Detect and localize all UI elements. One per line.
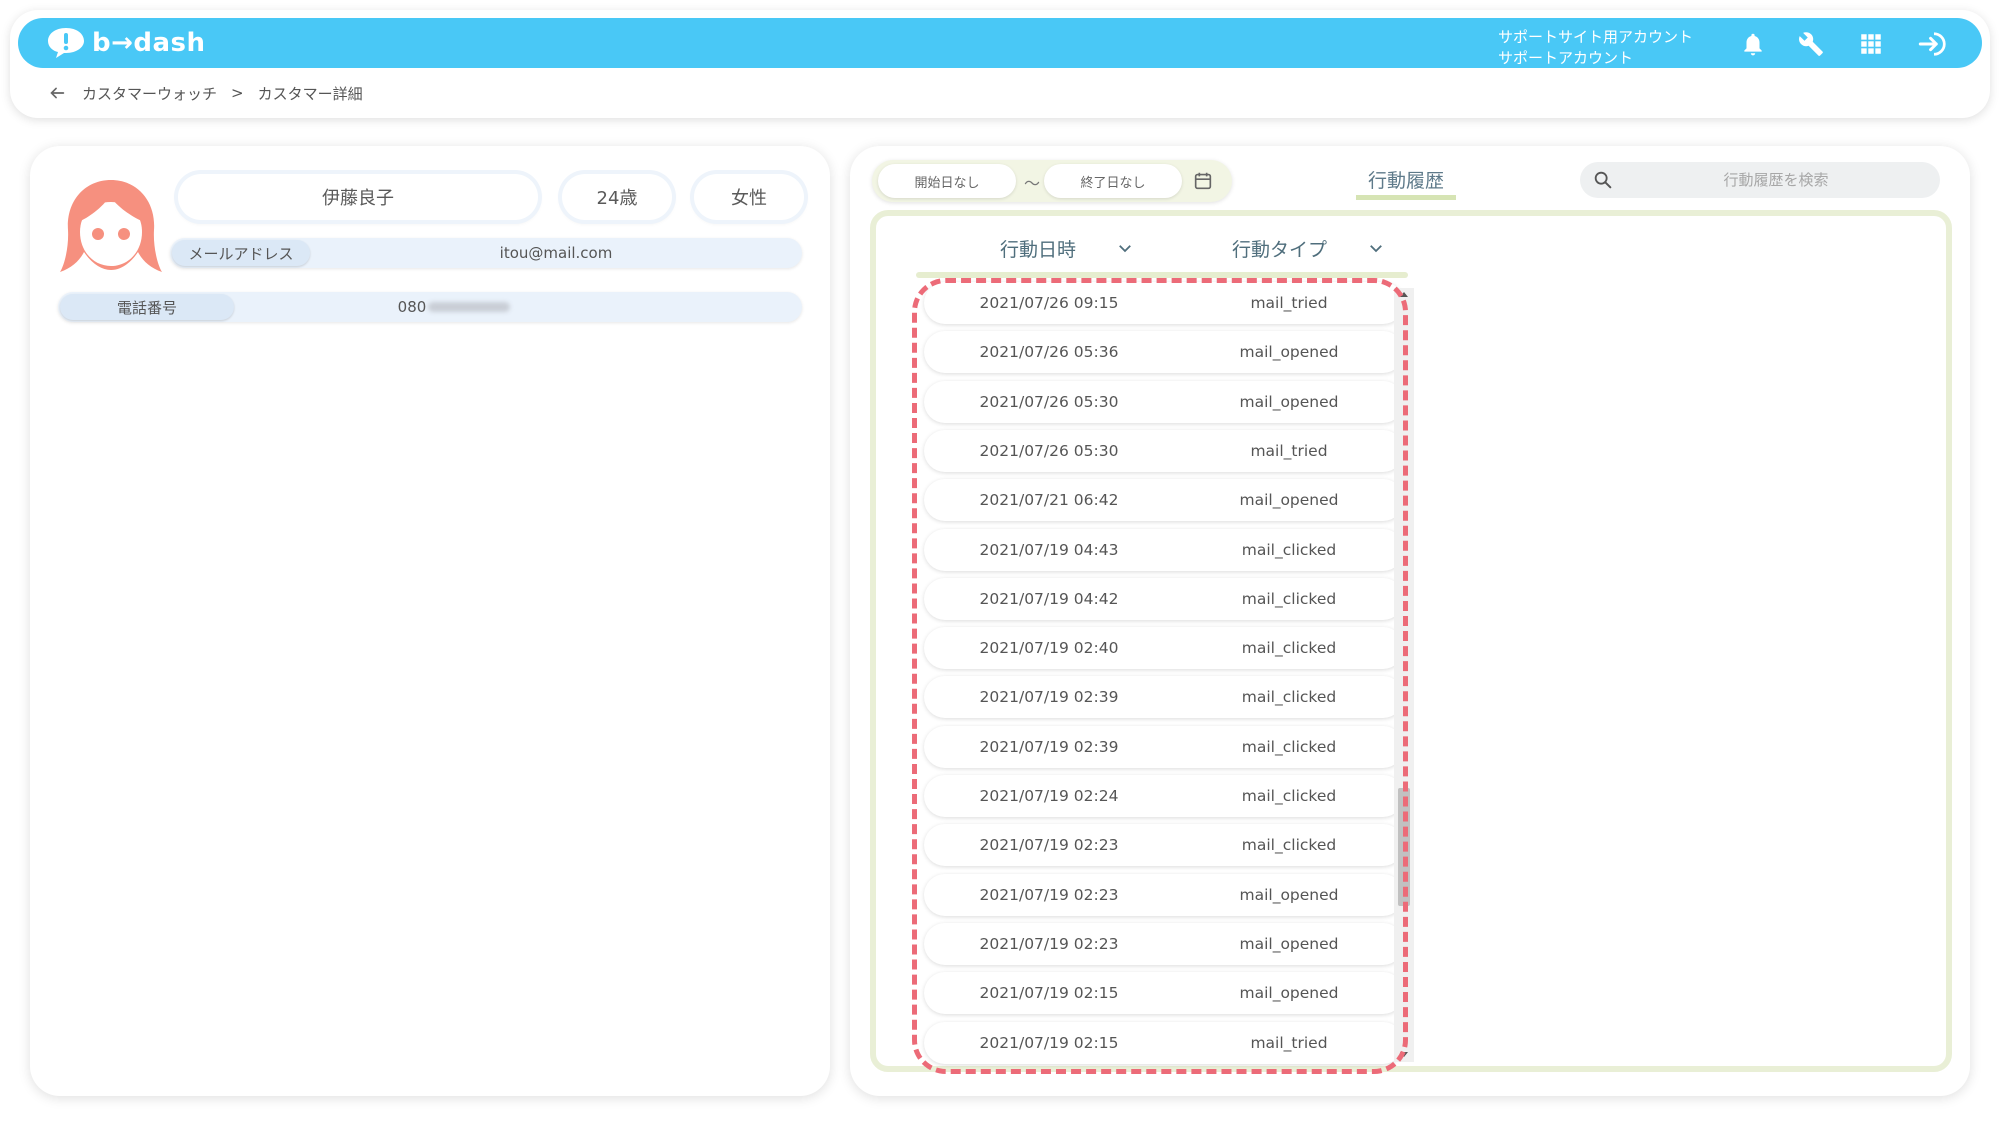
row-action-type: mail_opened bbox=[1239, 343, 1339, 362]
row-datetime: 2021/07/21 06:42 bbox=[979, 491, 1119, 510]
row-action-type: mail_clicked bbox=[1241, 737, 1337, 756]
chevron-down-icon bbox=[1119, 245, 1131, 253]
start-date-field[interactable]: 開始日なし bbox=[878, 164, 1016, 198]
tab-action-history[interactable]: 行動履歴 bbox=[1356, 166, 1456, 200]
breadcrumb-separator: > bbox=[231, 84, 244, 102]
customer-name: 伊藤良子 bbox=[178, 174, 538, 220]
table-row[interactable]: 2021/07/26 05:30 mail_tried bbox=[924, 429, 1404, 472]
sort-type-header[interactable]: 行動タイプ bbox=[1232, 230, 1385, 266]
logo-bubble-icon bbox=[48, 28, 84, 58]
customer-gender: 女性 bbox=[694, 174, 804, 220]
chevron-down-icon bbox=[1370, 245, 1382, 253]
row-action-type: mail_opened bbox=[1239, 491, 1339, 510]
date-range-picker: 開始日なし ～ 終了日なし bbox=[872, 160, 1232, 202]
row-datetime: 2021/07/19 02:23 bbox=[979, 885, 1119, 904]
row-action-type: mail_tried bbox=[1250, 1033, 1328, 1052]
header-card: b→dash サポートサイト用アカウント サポートアカウント カスタマーウォッチ… bbox=[10, 10, 1990, 118]
table-row[interactable]: 2021/07/19 02:40 mail_clicked bbox=[924, 627, 1404, 670]
row-datetime: 2021/07/26 05:30 bbox=[979, 441, 1119, 460]
row-action-type: mail_opened bbox=[1239, 392, 1339, 411]
table-row[interactable]: 2021/07/19 02:23 mail_clicked bbox=[924, 824, 1404, 867]
row-datetime: 2021/07/19 02:23 bbox=[979, 836, 1119, 855]
row-datetime: 2021/07/19 04:43 bbox=[979, 540, 1119, 559]
end-date-field[interactable]: 終了日なし bbox=[1044, 164, 1182, 198]
row-datetime: 2021/07/19 04:42 bbox=[979, 589, 1119, 608]
email-value: itou@mail.com bbox=[499, 244, 613, 262]
table-row[interactable]: 2021/07/21 06:42 mail_opened bbox=[924, 479, 1404, 522]
table-row[interactable]: 2021/07/19 02:15 mail_opened bbox=[924, 972, 1404, 1015]
header-datetime-label: 行動日時 bbox=[1000, 238, 1077, 261]
row-datetime: 2021/07/26 05:36 bbox=[979, 343, 1119, 362]
row-action-type: mail_opened bbox=[1239, 934, 1339, 953]
account-info[interactable]: サポートサイト用アカウント サポートアカウント bbox=[1498, 27, 1693, 69]
table-row[interactable]: 2021/07/19 02:23 mail_opened bbox=[924, 873, 1404, 916]
row-datetime: 2021/07/19 02:23 bbox=[979, 934, 1119, 953]
row-datetime: 2021/07/26 05:30 bbox=[979, 392, 1119, 411]
account-line-1: サポートサイト用アカウント bbox=[1498, 28, 1694, 46]
table-row[interactable]: 2021/07/26 05:36 mail_opened bbox=[924, 331, 1404, 374]
email-row: メールアドレス itou@mail.com bbox=[170, 238, 802, 268]
logo[interactable]: b→dash bbox=[46, 24, 206, 62]
row-action-type: mail_clicked bbox=[1241, 787, 1337, 805]
scroll-down-arrow-icon[interactable] bbox=[1400, 1052, 1408, 1057]
bell-icon[interactable] bbox=[1740, 31, 1766, 57]
apps-grid-icon[interactable] bbox=[1858, 31, 1884, 57]
row-datetime: 2021/07/19 02:15 bbox=[979, 1033, 1119, 1052]
wrench-icon[interactable] bbox=[1798, 31, 1824, 57]
row-action-type: mail_clicked bbox=[1241, 540, 1337, 559]
account-line-2: サポートアカウント bbox=[1498, 49, 1634, 67]
row-action-type: mail_tried bbox=[1250, 294, 1328, 312]
table-row[interactable]: 2021/07/26 09:15 mail_tried bbox=[924, 282, 1404, 324]
customer-age: 24歳 bbox=[562, 174, 672, 220]
table-row[interactable]: 2021/07/19 02:39 mail_clicked bbox=[924, 676, 1404, 719]
phone-prefix: 080 bbox=[397, 298, 427, 316]
back-arrow-icon[interactable] bbox=[46, 82, 68, 104]
history-rows: 2021/07/26 09:15 mail_tried 2021/07/26 05:… bbox=[914, 278, 1414, 1068]
row-datetime: 2021/07/19 02:40 bbox=[979, 639, 1119, 658]
row-action-type: mail_clicked bbox=[1241, 836, 1337, 855]
breadcrumb-current: カスタマー詳細 bbox=[257, 84, 363, 103]
breadcrumb-customer-watch[interactable]: カスタマーウォッチ bbox=[82, 83, 217, 104]
history-search-input[interactable] bbox=[1626, 166, 1926, 194]
scroll-thumb[interactable] bbox=[1398, 788, 1410, 906]
header-type-label: 行動タイプ bbox=[1232, 238, 1328, 261]
history-scrollbar[interactable] bbox=[1394, 288, 1414, 1062]
top-navigation-bar: b→dash サポートサイト用アカウント サポートアカウント bbox=[18, 18, 1982, 68]
row-action-type: mail_opened bbox=[1239, 885, 1339, 904]
logout-icon[interactable] bbox=[1918, 30, 1950, 58]
row-action-type: mail_opened bbox=[1239, 984, 1339, 1003]
history-search bbox=[1580, 162, 1940, 198]
row-datetime: 2021/07/19 02:15 bbox=[979, 984, 1119, 1003]
table-row[interactable]: 2021/07/19 02:39 mail_clicked bbox=[924, 725, 1404, 768]
table-row[interactable]: 2021/07/19 02:23 mail_opened bbox=[924, 922, 1404, 965]
avatar bbox=[60, 180, 162, 272]
table-row[interactable]: 2021/07/19 04:42 mail_clicked bbox=[924, 577, 1404, 620]
row-datetime: 2021/07/19 02:24 bbox=[979, 787, 1119, 805]
sort-datetime-header[interactable]: 行動日時 bbox=[1000, 230, 1134, 266]
row-action-type: mail_tried bbox=[1250, 441, 1328, 460]
customer-profile-panel: 伊藤良子 24歳 女性 メールアドレス itou@mail.com 電話番号 0… bbox=[30, 146, 830, 1096]
table-row[interactable]: 2021/07/26 05:30 mail_opened bbox=[924, 380, 1404, 423]
row-datetime: 2021/07/19 02:39 bbox=[979, 688, 1119, 707]
scroll-up-arrow-icon[interactable] bbox=[1400, 292, 1408, 297]
email-label: メールアドレス bbox=[172, 240, 310, 266]
row-action-type: mail_clicked bbox=[1241, 688, 1337, 707]
phone-blurred-digits bbox=[428, 302, 511, 312]
phone-row: 電話番号 080 bbox=[58, 292, 802, 322]
breadcrumb: カスタマーウォッチ > カスタマー詳細 bbox=[46, 82, 363, 104]
range-separator: ～ bbox=[1024, 174, 1041, 193]
row-action-type: mail_clicked bbox=[1241, 589, 1337, 608]
phone-value: 080 bbox=[234, 292, 674, 322]
table-row[interactable]: 2021/07/19 02:24 mail_clicked bbox=[924, 775, 1404, 817]
table-row[interactable]: 2021/07/19 02:15 mail_tried bbox=[924, 1021, 1404, 1064]
phone-label: 電話番号 bbox=[60, 294, 234, 320]
table-row[interactable]: 2021/07/19 04:43 mail_clicked bbox=[924, 528, 1404, 571]
search-icon bbox=[1594, 171, 1612, 189]
row-datetime: 2021/07/26 09:15 bbox=[979, 294, 1119, 312]
logo-text: b→dash bbox=[92, 28, 206, 58]
calendar-icon[interactable] bbox=[1192, 170, 1214, 192]
row-action-type: mail_clicked bbox=[1241, 639, 1337, 658]
row-datetime: 2021/07/19 02:39 bbox=[979, 737, 1119, 756]
